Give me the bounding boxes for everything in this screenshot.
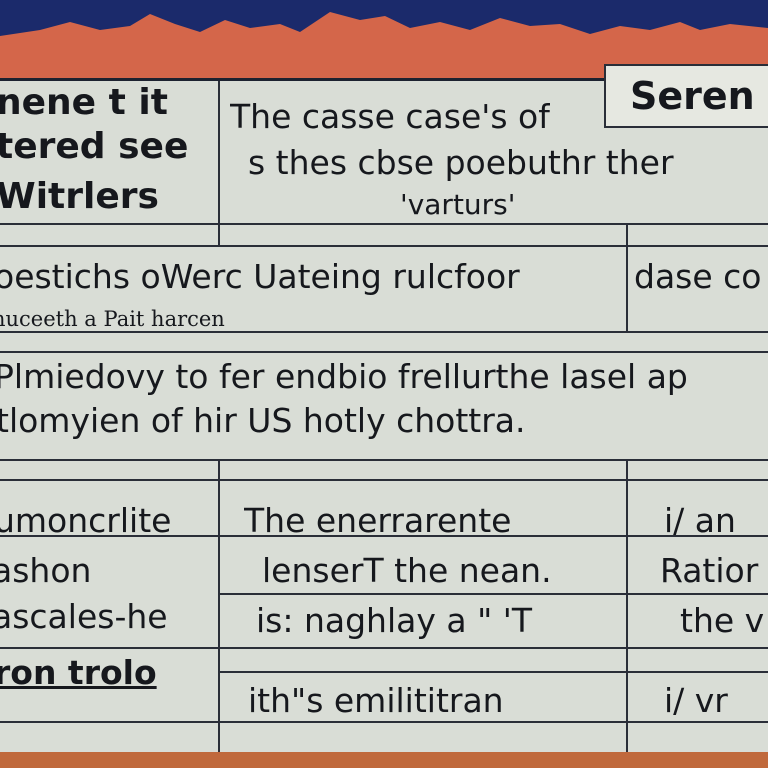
lower-center-line: lenserT the nean. (262, 551, 552, 590)
grid-line (220, 593, 768, 595)
grid-line (0, 223, 768, 225)
header-left-line: nene t it (0, 83, 168, 123)
row3-line: Plmiedovy to fer endbio frellurthe lasel… (0, 357, 688, 396)
row3-line: tlomyien of hir US hotly chottra. (0, 401, 526, 440)
grid-line (626, 459, 628, 757)
ground-strip (0, 752, 768, 768)
grid-line (220, 671, 768, 673)
grid-line (0, 721, 768, 723)
lower-left-line: ascales-he (0, 597, 168, 636)
lower-left-line: umoncrlite (0, 501, 172, 540)
lower-left-line: ashon (0, 551, 92, 590)
row2-main-text: oestichs oWerc Uateing rulcfoor (0, 257, 520, 296)
header-left-line: Witrlers (0, 177, 159, 217)
grid-line (0, 351, 768, 353)
grid-line (0, 331, 768, 333)
row2-right-text: dase co (634, 257, 762, 296)
grid-line (218, 81, 220, 245)
header-tag: Seren (604, 64, 768, 128)
lower-right-line: i/ an (664, 501, 736, 540)
row2-sub-text: nuceeth a Pait harcen (0, 307, 225, 331)
grid-line (0, 245, 768, 247)
header-tag-label: Seren (630, 74, 755, 118)
lower-right-line: the v (680, 601, 765, 640)
grid-line (0, 479, 768, 481)
lower-right-line: i/ vr (664, 681, 728, 720)
lower-right-line: Ratior (660, 551, 759, 590)
lower-center-line: The enerrarente (244, 501, 512, 540)
lower-left-line: ron trolo (0, 653, 157, 692)
lower-center-line: ith"s emilititran (248, 681, 504, 720)
header-left-line: tered see (0, 127, 189, 167)
grid-line (0, 459, 768, 461)
grid-line (626, 223, 628, 331)
grid-line (0, 647, 768, 649)
header-center-line: The casse case's of (230, 97, 550, 136)
sign-board: nene t it tered see Witrlers The casse c… (0, 78, 768, 757)
grid-line (218, 459, 220, 757)
header-center-line: 'varturs' (400, 188, 516, 221)
lower-center-line: is: naghlay a " 'T (256, 601, 532, 640)
header-center-line: s thes cbse poebuthr ther (248, 143, 674, 182)
